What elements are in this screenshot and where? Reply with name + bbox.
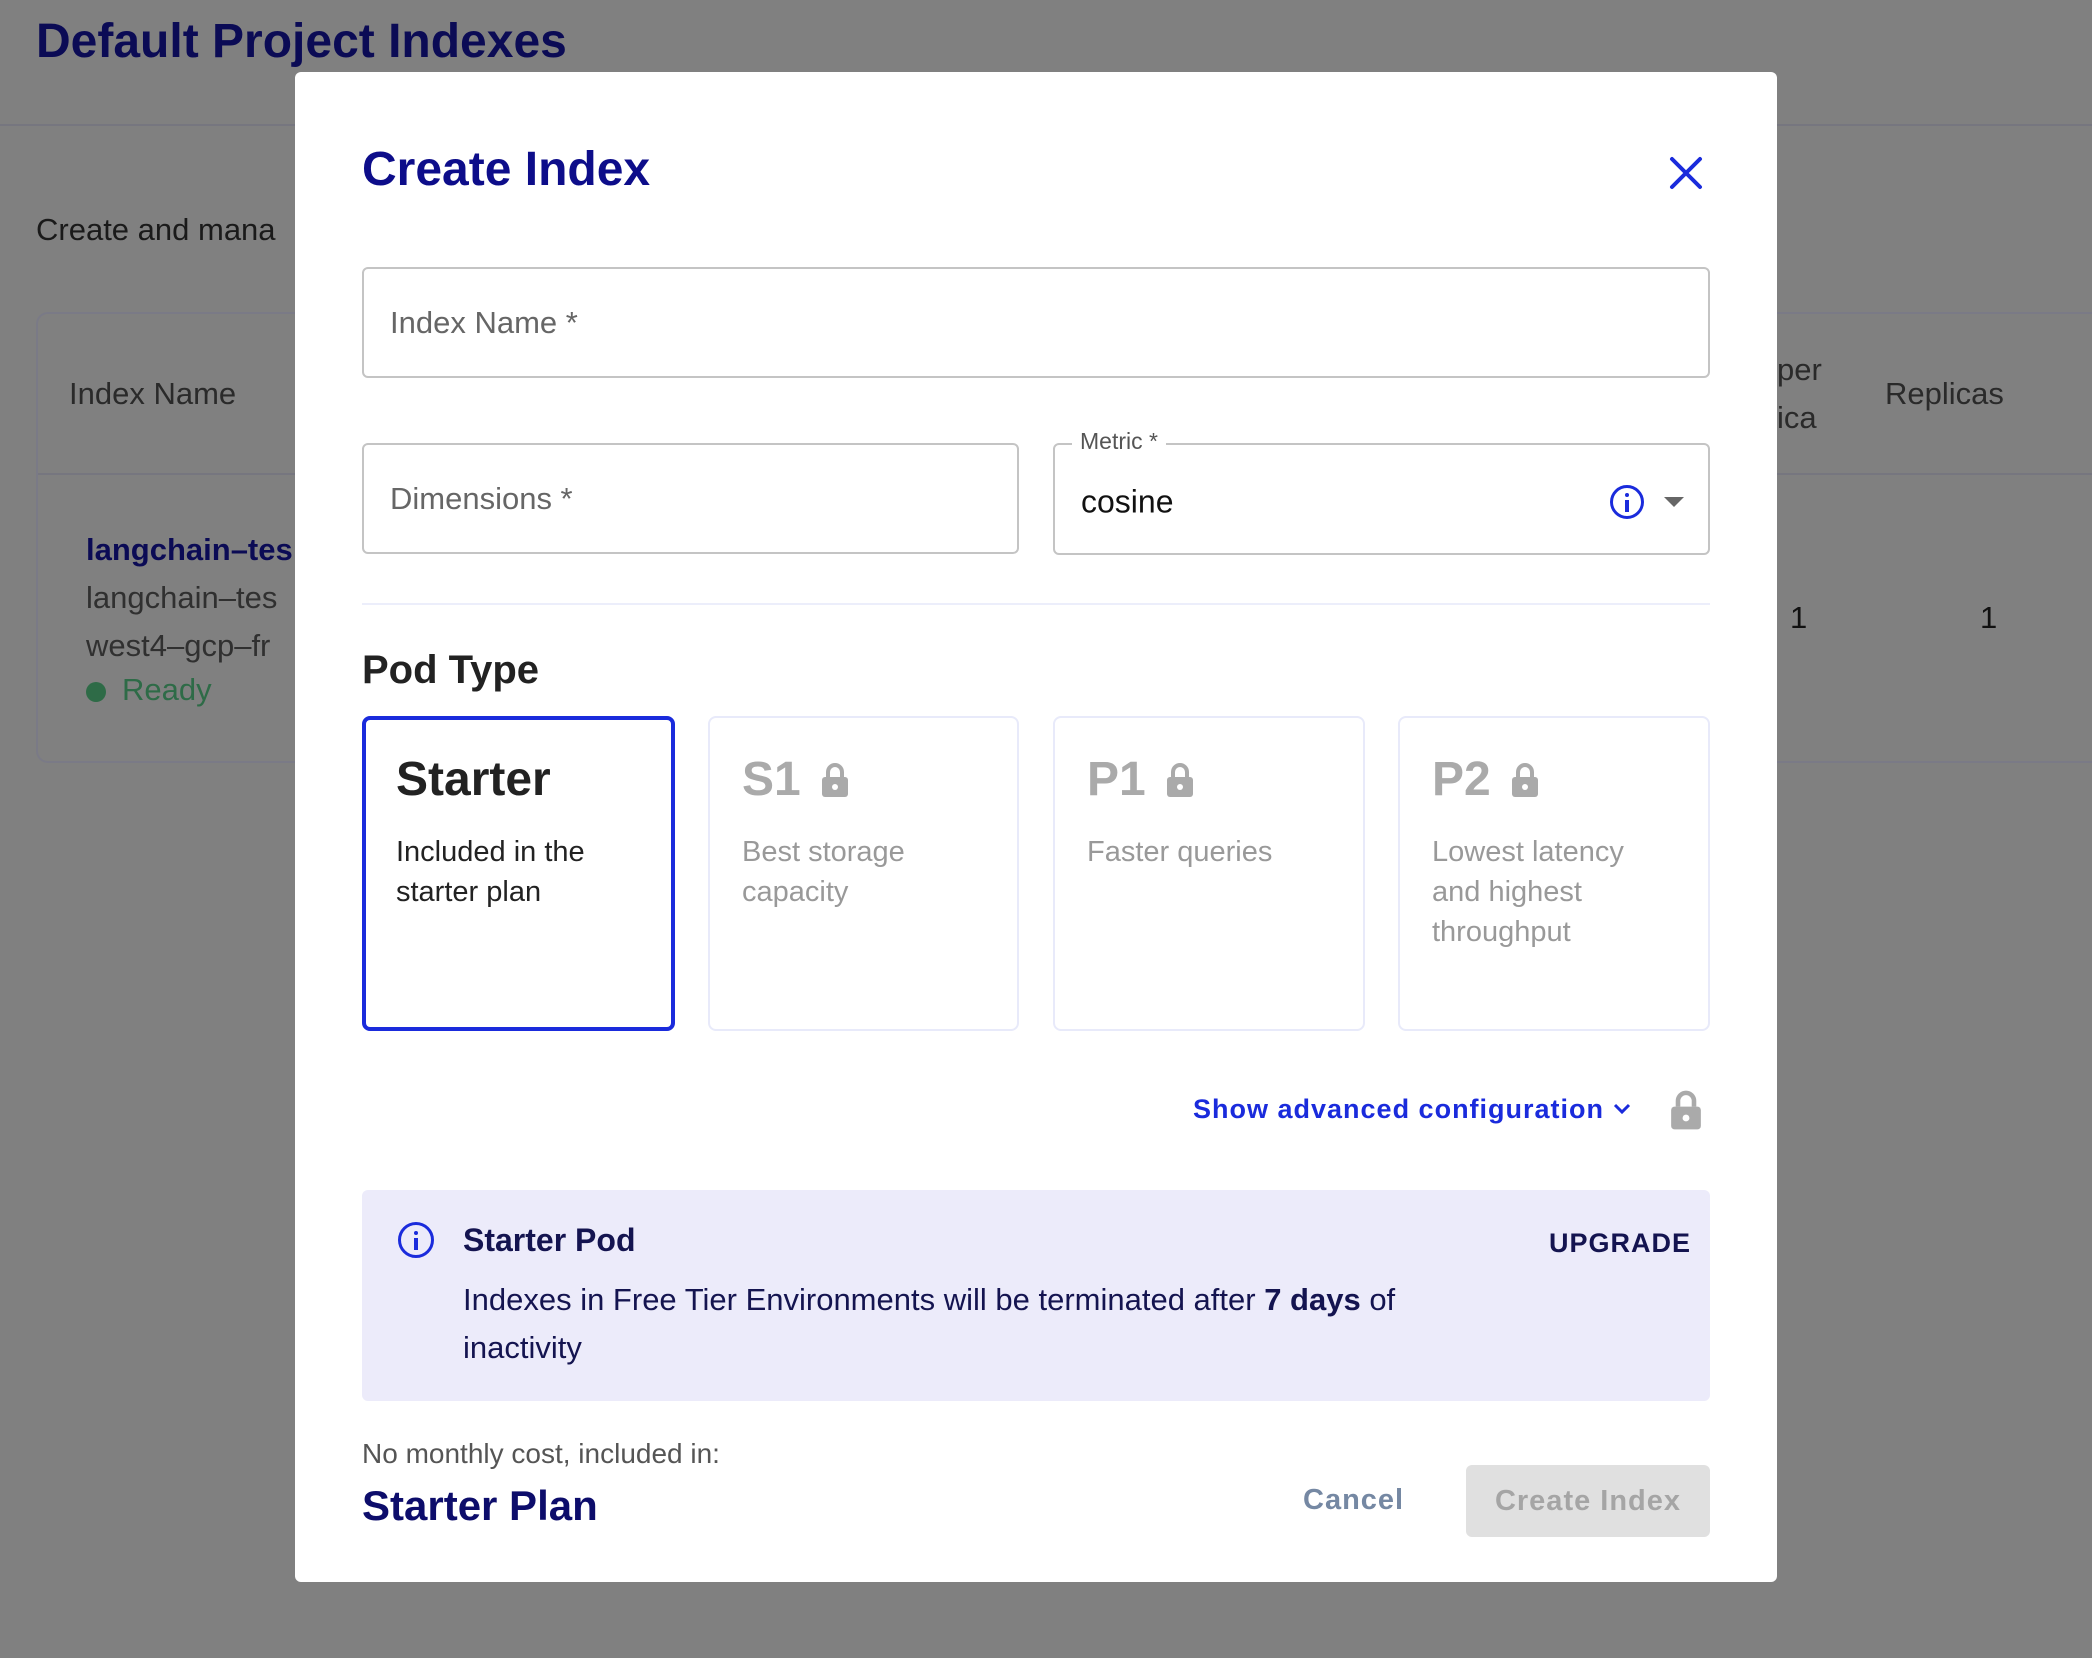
cost-label: No monthly cost, included in: — [362, 1438, 720, 1469]
info-icon[interactable] — [1610, 485, 1644, 519]
notice-text: Indexes in Free Tier Environments will b… — [463, 1276, 1513, 1372]
pod-type-heading: Pod Type — [362, 648, 540, 692]
column-header-pods-per-replica-line2: ica — [1777, 400, 1817, 435]
status-badge: Ready — [122, 672, 212, 707]
pod-type-name: P2 — [1432, 753, 1491, 806]
pods-per-replica-value: 1 — [1790, 600, 1808, 635]
lock-icon — [1671, 1090, 1701, 1130]
metric-label: Metric * — [1072, 428, 1166, 455]
page-title: Default Project Indexes — [36, 15, 567, 68]
modal-title: Create Index — [362, 143, 651, 196]
dimensions-input[interactable]: Dimensions * — [362, 443, 1019, 554]
lock-icon — [821, 763, 848, 797]
pod-type-name: Starter — [396, 753, 551, 806]
upgrade-button[interactable]: UPGRADE — [1549, 1228, 1691, 1259]
index-host-line: langchain–tes — [86, 580, 278, 615]
pod-type-p2[interactable]: P2 Lowest latency and highest throughput — [1398, 716, 1710, 1031]
info-icon — [398, 1222, 434, 1258]
lock-icon — [1166, 763, 1193, 797]
column-header-pods-per-replica-line1: per — [1777, 352, 1822, 387]
page-subtitle: Create and mana — [36, 212, 276, 247]
status-dot-icon — [86, 682, 106, 702]
pod-type-s1[interactable]: S1 Best storage capacity — [708, 716, 1019, 1031]
pod-type-desc: Best storage capacity — [742, 836, 905, 908]
index-name-placeholder: Index Name * — [390, 304, 578, 340]
pod-type-name: P1 — [1087, 753, 1146, 806]
chevron-down-icon[interactable] — [1612, 1102, 1632, 1116]
metric-select[interactable]: cosine — [1053, 443, 1710, 555]
plan-name: Starter Plan — [362, 1482, 598, 1529]
index-host-line: west4–gcp–fr — [86, 628, 271, 663]
metric-value: cosine — [1081, 483, 1174, 520]
notice-text-part: Indexes in Free Tier Environments will b… — [463, 1282, 1265, 1317]
notice-title: Starter Pod — [463, 1222, 636, 1258]
advanced-config-toggle[interactable]: Show advanced configuration — [1193, 1094, 1604, 1125]
lock-icon — [1511, 763, 1538, 797]
index-name-link[interactable]: langchain–tes — [86, 532, 293, 568]
pod-type-desc: Faster queries — [1087, 836, 1273, 868]
dimensions-placeholder: Dimensions * — [390, 480, 573, 516]
notice-text-bold: 7 days — [1264, 1282, 1361, 1317]
close-icon[interactable] — [1668, 155, 1704, 191]
cancel-button[interactable]: Cancel — [1303, 1484, 1404, 1517]
dropdown-arrow-icon[interactable] — [1664, 497, 1684, 507]
column-header-replicas: Replicas — [1885, 376, 2004, 411]
pod-type-starter[interactable]: Starter Included in the starter plan — [362, 716, 675, 1031]
pod-type-desc: Included in the starter plan — [396, 836, 585, 908]
pod-type-p1[interactable]: P1 Faster queries — [1053, 716, 1365, 1031]
create-index-button[interactable]: Create Index — [1466, 1465, 1710, 1537]
replicas-value: 1 — [1980, 600, 1998, 635]
column-header-index-name: Index Name — [69, 376, 237, 411]
index-name-input[interactable]: Index Name * — [362, 267, 1710, 378]
pod-type-name: S1 — [742, 753, 801, 806]
section-divider — [362, 603, 1710, 605]
pod-type-desc: Lowest latency and highest throughput — [1432, 836, 1624, 948]
